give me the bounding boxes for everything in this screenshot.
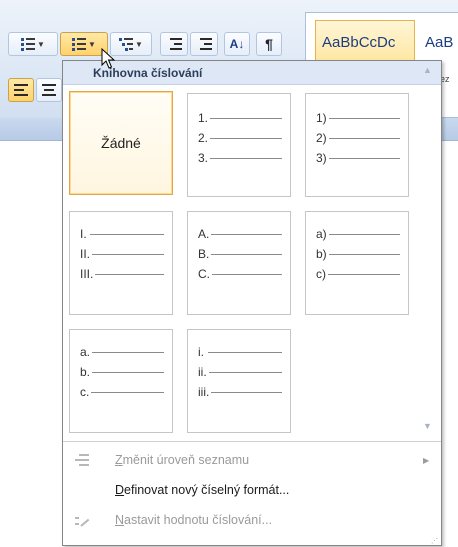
change-list-level-menu-item[interactable]: Změnit úroveň seznamu ▶	[63, 447, 441, 473]
multilevel-list-button[interactable]: ▼	[110, 32, 152, 56]
menu-item-label: měnit úroveň seznamu	[122, 453, 250, 467]
tile-line-label: III.	[80, 267, 94, 281]
numbering-none-tile[interactable]: Žádné	[69, 91, 173, 195]
multilevel-list-icon	[119, 37, 134, 51]
tile-line-label: a.	[80, 345, 91, 359]
chevron-down-icon[interactable]: ▼	[135, 40, 143, 49]
tile-line-label: 1.	[198, 111, 209, 125]
menu-item-accesskey: D	[115, 483, 125, 497]
tile-line-label: c)	[316, 267, 326, 281]
style-normal-sample[interactable]: AaBbCcDc	[315, 20, 415, 64]
menu-item-label: astavit hodnotu číslování...	[124, 513, 273, 527]
style-next-sample[interactable]: AaB	[419, 20, 458, 64]
tile-line-label: 2)	[316, 131, 327, 145]
change-list-level-icon	[75, 453, 91, 467]
numbered-list-icon	[72, 37, 87, 51]
tile-line-label: 1)	[316, 111, 327, 125]
define-number-format-menu-item[interactable]: Definovat nový číselný formát...	[63, 477, 441, 503]
align-center-button[interactable]	[36, 78, 62, 102]
tile-line-label: II.	[80, 247, 91, 261]
bullet-list-icon	[21, 37, 36, 51]
tile-line-label: 3)	[316, 151, 327, 165]
numbering-tile-alpha-lower-paren[interactable]: a) b) c)	[305, 211, 409, 315]
resize-grip-icon[interactable]: ⋰	[431, 537, 438, 545]
menu-item-label: efinovat nový číselný formát...	[124, 483, 290, 497]
chevron-down-icon[interactable]: ▼	[88, 40, 96, 49]
submenu-arrow-icon: ▶	[423, 455, 430, 465]
tile-line-label: A.	[198, 227, 210, 241]
decrease-indent-icon	[166, 37, 182, 51]
numbering-tile-alpha-upper[interactable]: A. B. C.	[187, 211, 291, 315]
align-center-icon	[42, 84, 56, 96]
tile-line-label: 2.	[198, 131, 209, 145]
menu-separator	[63, 441, 441, 442]
set-numbering-value-menu-item[interactable]: Nastavit hodnotu číslování...	[63, 507, 441, 533]
align-left-button[interactable]	[8, 78, 34, 102]
tile-line-label: a)	[316, 227, 327, 241]
tile-line-label: c.	[80, 385, 90, 399]
tile-line-label: C.	[198, 267, 210, 281]
tile-line-label: I.	[80, 227, 87, 241]
tile-line-label: 3.	[198, 151, 209, 165]
decrease-indent-button[interactable]	[160, 32, 188, 56]
numbering-tile-1-paren[interactable]: 1) 2) 3)	[305, 93, 409, 197]
tile-line-label: B.	[198, 247, 210, 261]
tile-line-label: b)	[316, 247, 327, 261]
scroll-up-icon[interactable]: ▲	[423, 65, 432, 75]
numbering-tile-alpha-lower-dot[interactable]: a. b. c.	[69, 329, 173, 433]
tile-line-label: iii.	[198, 385, 210, 399]
pilcrow-icon: ¶	[265, 36, 273, 52]
tile-none-label: Žádné	[101, 135, 141, 151]
increase-indent-icon	[196, 37, 212, 51]
numbering-library-dropdown: Knihovna číslování ▲ Žádné 1. 2. 3. 1) 2…	[62, 60, 442, 546]
show-marks-button[interactable]: ¶	[256, 32, 282, 56]
set-numbering-value-icon	[75, 513, 91, 527]
numbering-library-header: Knihovna číslování	[63, 61, 441, 85]
tile-line-label: i.	[198, 345, 204, 359]
align-left-icon	[14, 84, 28, 96]
scroll-down-icon[interactable]: ▼	[423, 421, 432, 431]
menu-item-accesskey: Z	[115, 453, 123, 467]
sort-icon: A↓	[229, 37, 245, 51]
menu-item-accesskey: N	[115, 513, 125, 527]
tile-line-label: b.	[80, 365, 91, 379]
numbering-tile-roman-upper[interactable]: I. II. III.	[69, 211, 173, 315]
tile-line-label: ii.	[198, 365, 207, 379]
increase-indent-button[interactable]	[190, 32, 218, 56]
bullets-button[interactable]: ▼	[8, 32, 58, 56]
chevron-down-icon[interactable]: ▼	[37, 40, 45, 49]
numbering-tile-roman-lower[interactable]: i. ii. iii.	[187, 329, 291, 433]
mouse-cursor-icon	[101, 48, 115, 69]
numbering-tile-1-dot[interactable]: 1. 2. 3.	[187, 93, 291, 197]
sort-button[interactable]: A↓	[224, 32, 250, 56]
